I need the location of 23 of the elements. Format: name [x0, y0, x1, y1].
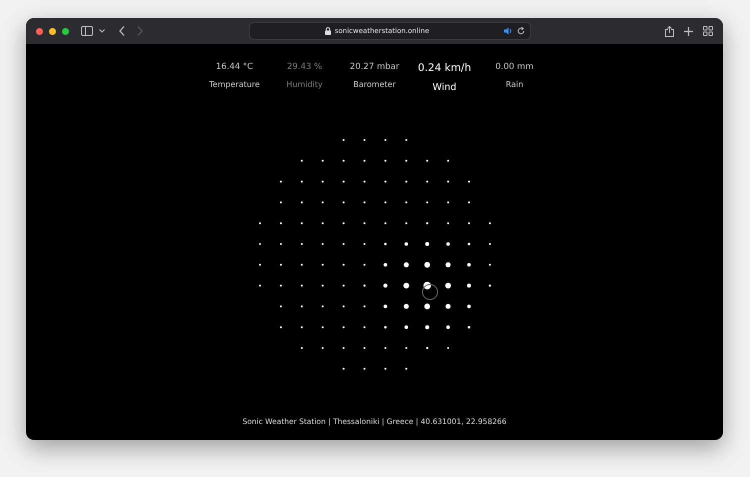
- reload-icon[interactable]: [517, 27, 525, 35]
- metric-value: 0.00 mm: [495, 62, 534, 72]
- plus-icon[interactable]: [684, 26, 693, 36]
- tabs-grid-icon[interactable]: [703, 26, 713, 36]
- metric-value: 0.24 km/h: [418, 62, 472, 74]
- metric-value: 16.44 °C: [216, 62, 254, 72]
- metric-tab[interactable]: Barometer: [353, 80, 396, 89]
- back-icon[interactable]: [119, 26, 125, 36]
- lock-icon: [324, 27, 331, 35]
- metric-value: 29.43 %: [286, 62, 322, 72]
- minimize-icon[interactable]: [49, 28, 56, 34]
- metric-tab[interactable]: Temperature: [209, 80, 260, 89]
- close-icon[interactable]: [36, 28, 43, 34]
- speaker-icon[interactable]: [504, 27, 513, 35]
- metric-tab[interactable]: Wind: [432, 82, 456, 93]
- metric-tab[interactable]: Humidity: [286, 80, 323, 89]
- chevron-down-icon[interactable]: [99, 29, 105, 33]
- share-icon[interactable]: [665, 26, 674, 36]
- forward-icon: [137, 26, 143, 36]
- maximize-icon[interactable]: [62, 28, 69, 34]
- metric-tab[interactable]: Rain: [506, 80, 524, 89]
- sidebar-icon[interactable]: [81, 26, 93, 36]
- metric-value: 20.27 mbar: [350, 62, 400, 72]
